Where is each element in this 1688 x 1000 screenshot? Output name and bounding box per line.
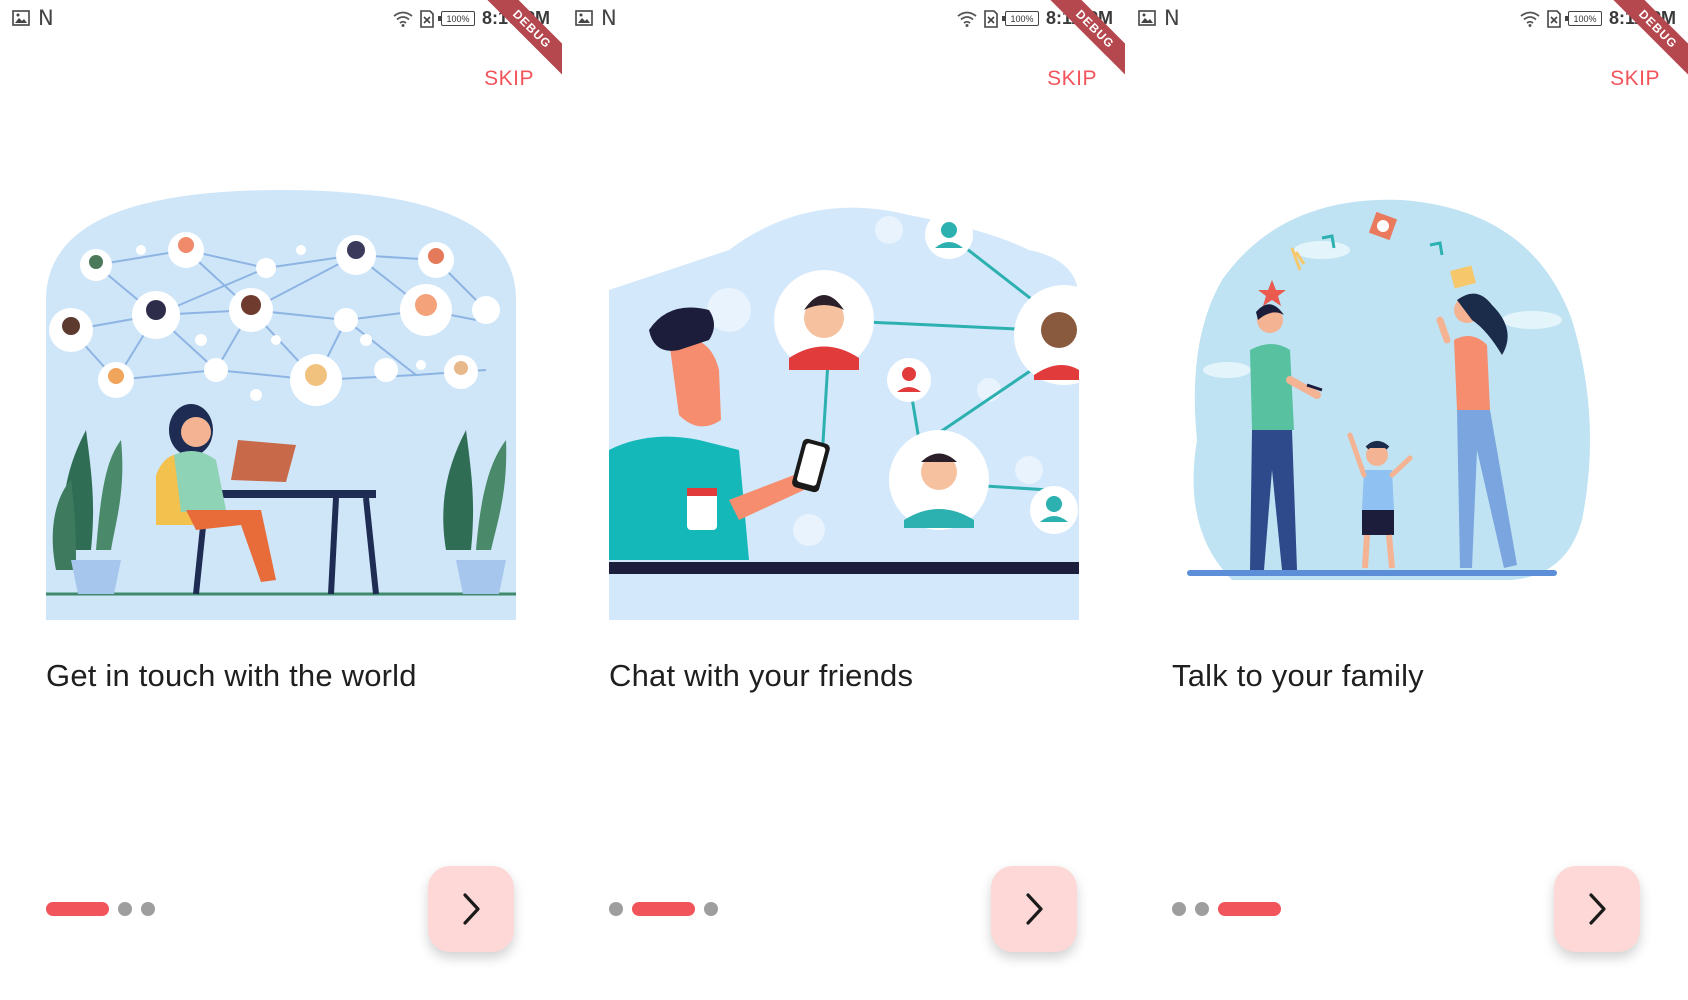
slide-title: Chat with your friends xyxy=(609,658,914,693)
page-indicator xyxy=(609,902,718,916)
status-bar: N 100% 8:11 PM xyxy=(1126,0,1688,38)
battery-icon: 100% xyxy=(437,11,475,26)
status-bar: N 100% 8:10 PM xyxy=(0,0,562,38)
family-illustration xyxy=(1187,199,1590,580)
skip-button[interactable]: SKIP xyxy=(484,67,534,91)
notification-n-icon: N xyxy=(601,6,617,30)
chevron-right-icon xyxy=(1026,893,1043,925)
notification-n-icon: N xyxy=(1164,6,1180,30)
slide-title: Talk to your family xyxy=(1172,658,1424,693)
no-sim-icon xyxy=(984,9,998,28)
gallery-icon xyxy=(1138,10,1156,26)
wifi-icon xyxy=(393,11,413,27)
skip-button[interactable]: SKIP xyxy=(1610,67,1660,91)
chevron-right-icon xyxy=(463,893,480,925)
chevron-right-icon xyxy=(1589,893,1606,925)
battery-icon: 100% xyxy=(1564,11,1602,26)
page-dot-1 xyxy=(1172,902,1186,916)
page-indicator xyxy=(1172,902,1281,916)
skip-button[interactable]: SKIP xyxy=(1047,67,1097,91)
notification-n-icon: N xyxy=(38,6,54,30)
page-dot-2 xyxy=(632,902,695,916)
world-network-illustration xyxy=(46,190,516,620)
page-dot-3 xyxy=(141,902,155,916)
gallery-icon xyxy=(575,10,593,26)
wifi-icon xyxy=(957,11,977,27)
no-sim-icon xyxy=(1547,9,1561,28)
onboarding-screen-1: N 100% 8:10 PM DEBUG SKIP xyxy=(0,0,562,1000)
wifi-icon xyxy=(1520,11,1540,27)
next-button[interactable] xyxy=(428,866,514,952)
friends-chat-illustration xyxy=(609,207,1079,620)
slide-title: Get in touch with the world xyxy=(46,658,417,693)
page-dot-1 xyxy=(609,902,623,916)
page-dot-2 xyxy=(1195,902,1209,916)
next-button[interactable] xyxy=(991,866,1077,952)
page-indicator xyxy=(46,902,155,916)
page-dot-3 xyxy=(1218,902,1281,916)
next-button[interactable] xyxy=(1554,866,1640,952)
gallery-icon xyxy=(12,10,30,26)
onboarding-screen-3: N 100% 8:11 PM DEBUG SKIP T xyxy=(1126,0,1688,1000)
page-dot-1 xyxy=(46,902,109,916)
onboarding-screen-2: N 100% 8:11 PM DEBUG SKIP xyxy=(563,0,1125,1000)
status-bar: N 100% 8:11 PM xyxy=(563,0,1125,38)
page-dot-2 xyxy=(118,902,132,916)
page-dot-3 xyxy=(704,902,718,916)
no-sim-icon xyxy=(420,9,434,28)
battery-icon: 100% xyxy=(1001,11,1039,26)
